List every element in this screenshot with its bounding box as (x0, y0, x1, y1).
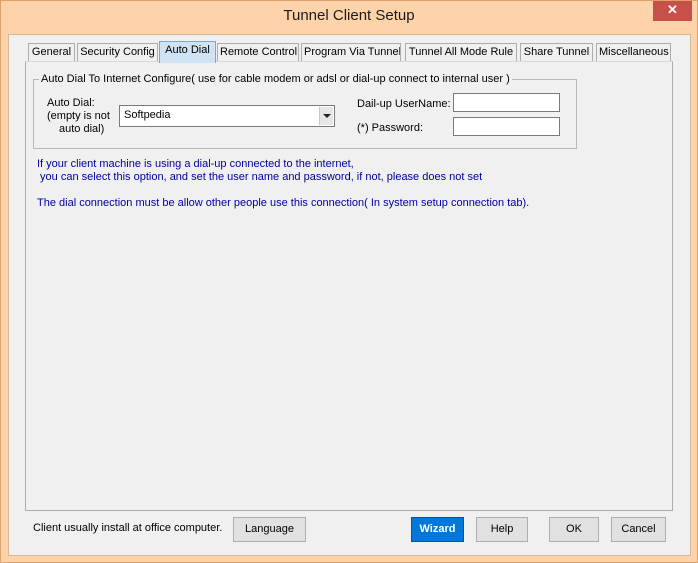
setup-window: Tunnel Client Setup ✕ General Security C… (0, 0, 698, 563)
title-bar[interactable]: Tunnel Client Setup ✕ (1, 1, 697, 34)
language-button[interactable]: Language (233, 517, 306, 542)
info-text-2: you can select this option, and set the … (37, 171, 483, 183)
tab-share-tunnel[interactable]: Share Tunnel (520, 43, 593, 62)
tab-program-via-tunnel[interactable]: Program Via Tunnel (301, 43, 401, 62)
auto-dial-combo[interactable]: Softpedia (119, 105, 335, 127)
cancel-button[interactable]: Cancel (611, 517, 666, 542)
password-label: (*) Password: (357, 122, 424, 134)
client-area: General Security Config Auto Dial Remote… (8, 34, 691, 556)
username-label: Dail-up UserName: (357, 98, 451, 110)
info-text-1: If your client machine is using a dial-u… (37, 158, 354, 170)
auto-dial-group-title: Auto Dial To Internet Configure( use for… (39, 73, 512, 85)
help-button[interactable]: Help (476, 517, 528, 542)
close-button[interactable]: ✕ (653, 1, 692, 21)
auto-dial-hint-1: (empty is not (47, 110, 110, 122)
wizard-button[interactable]: Wizard (411, 517, 464, 542)
window-title: Tunnel Client Setup (283, 7, 415, 24)
auto-dial-hint-2: auto dial) (59, 123, 105, 135)
password-field[interactable] (453, 117, 560, 136)
tab-auto-dial[interactable]: Auto Dial (159, 41, 216, 63)
tab-miscellaneous[interactable]: Miscellaneous (596, 43, 671, 62)
ok-button[interactable]: OK (549, 517, 599, 542)
auto-dial-combo-value: Softpedia (124, 109, 171, 121)
chevron-down-icon[interactable] (319, 107, 333, 125)
tab-security-config[interactable]: Security Config (77, 43, 158, 62)
auto-dial-label: Auto Dial: (47, 97, 95, 109)
footer-note: Client usually install at office compute… (33, 522, 223, 534)
close-icon: ✕ (667, 2, 678, 17)
tab-remote-control[interactable]: Remote Control (217, 43, 299, 62)
info-text-3: The dial connection must be allow other … (37, 197, 530, 209)
username-field[interactable] (453, 93, 560, 112)
tab-general[interactable]: General (28, 43, 75, 62)
tab-tunnel-all-mode-rule[interactable]: Tunnel All Mode Rule (405, 43, 517, 62)
